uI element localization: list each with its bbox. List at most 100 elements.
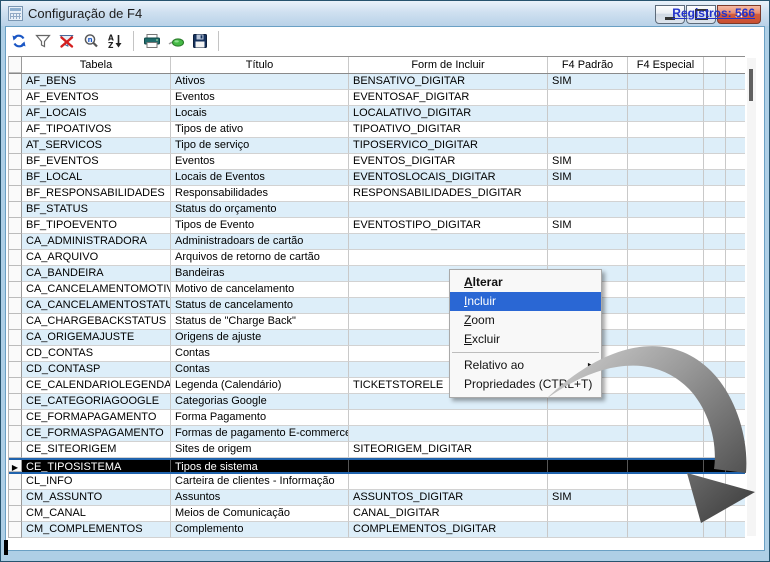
table-row[interactable]: CD_CONTASPContas (9, 362, 745, 378)
column-header-especial[interactable]: F4 Especial (628, 57, 704, 73)
cell-titulo[interactable]: Complemento (171, 522, 349, 538)
cell-padrao[interactable] (548, 410, 628, 426)
row-selector[interactable] (9, 426, 22, 442)
cell-especial[interactable] (628, 170, 704, 186)
cell-filler[interactable] (726, 138, 745, 154)
cell-filler[interactable] (726, 378, 745, 394)
row-selector[interactable] (9, 410, 22, 426)
cell-extra[interactable] (704, 298, 726, 314)
cell-especial[interactable] (628, 250, 704, 266)
row-selector[interactable] (9, 122, 22, 138)
cell-tabela[interactable]: CA_CANCELAMENTOSTATUS (22, 298, 171, 314)
vertical-scrollbar[interactable] (747, 58, 756, 536)
cell-padrao[interactable]: SIM (548, 154, 628, 170)
cell-titulo[interactable]: Contas (171, 362, 349, 378)
table-row[interactable]: CE_CATEGORIAGOOGLECategorias Google (9, 394, 745, 410)
cell-extra[interactable] (704, 442, 726, 458)
cell-tabela[interactable]: BF_TIPOEVENTO (22, 218, 171, 234)
cell-tabela[interactable]: CA_ADMINISTRADORA (22, 234, 171, 250)
cell-extra[interactable] (704, 250, 726, 266)
cell-tabela[interactable]: CE_CALENDARIOLEGENDA (22, 378, 171, 394)
cell-tabela[interactable]: CA_CHARGEBACKSTATUS (22, 314, 171, 330)
cell-tabela[interactable]: BF_LOCAL (22, 170, 171, 186)
filter-icon[interactable] (34, 32, 52, 50)
cell-titulo[interactable]: Eventos (171, 154, 349, 170)
cell-filler[interactable] (726, 460, 745, 472)
row-selector[interactable] (9, 330, 22, 346)
cell-tabela[interactable]: CD_CONTASP (22, 362, 171, 378)
cell-tabela[interactable]: CA_CANCELAMENTOMOTIVO (22, 282, 171, 298)
cell-padrao[interactable]: SIM (548, 170, 628, 186)
cell-tabela[interactable]: CM_CANAL (22, 506, 171, 522)
cell-padrao[interactable] (548, 202, 628, 218)
cell-titulo[interactable]: Ativos (171, 74, 349, 90)
cell-filler[interactable] (726, 346, 745, 362)
row-selector[interactable] (9, 90, 22, 106)
column-header-form[interactable]: Form de Incluir (349, 57, 548, 73)
table-row[interactable]: BF_LOCALLocais de EventosEVENTOSLOCAIS_D… (9, 170, 745, 186)
cell-especial[interactable] (628, 330, 704, 346)
cell-titulo[interactable]: Motivo de cancelamento (171, 282, 349, 298)
cell-padrao[interactable] (548, 106, 628, 122)
menu-item-propriedades-ctrl-t-[interactable]: Propriedades (CTRL+T) (450, 375, 601, 394)
table-row[interactable]: AF_LOCAISLocaisLOCALATIVO_DIGITAR (9, 106, 745, 122)
cell-especial[interactable] (628, 394, 704, 410)
row-selector[interactable] (9, 170, 22, 186)
table-row[interactable]: CE_FORMAPAGAMENTOForma Pagamento (9, 410, 745, 426)
cell-extra[interactable] (704, 426, 726, 442)
cell-filler[interactable] (726, 490, 745, 506)
cell-filler[interactable] (726, 298, 745, 314)
row-selector[interactable] (9, 522, 22, 538)
row-selector[interactable] (9, 154, 22, 170)
cell-padrao[interactable] (548, 474, 628, 490)
menu-item-excluir[interactable]: Excluir (450, 330, 601, 349)
cell-titulo[interactable]: Bandeiras (171, 266, 349, 282)
cell-extra[interactable] (704, 394, 726, 410)
cell-especial[interactable] (628, 74, 704, 90)
cell-filler[interactable] (726, 250, 745, 266)
row-selector[interactable] (9, 74, 22, 90)
cell-titulo[interactable]: Origens de ajuste (171, 330, 349, 346)
cell-tabela[interactable]: CA_ORIGEMAJUSTE (22, 330, 171, 346)
cell-form[interactable] (349, 202, 548, 218)
save-icon[interactable] (191, 32, 209, 50)
cell-filler[interactable] (726, 474, 745, 490)
cell-tabela[interactable]: CL_INFO (22, 474, 171, 490)
row-selector[interactable] (9, 442, 22, 458)
cell-padrao[interactable] (548, 138, 628, 154)
cell-tabela[interactable]: CD_CONTAS (22, 346, 171, 362)
cell-titulo[interactable]: Formas de pagamento E-commerce (171, 426, 349, 442)
cell-padrao[interactable] (548, 186, 628, 202)
table-row[interactable]: ▶CE_TIPOSISTEMATipos de sistema (9, 458, 745, 474)
cell-extra[interactable] (704, 362, 726, 378)
table-row[interactable]: CA_ARQUIVOArquivos de retorno de cartão (9, 250, 745, 266)
cell-especial[interactable] (628, 378, 704, 394)
cell-padrao[interactable]: SIM (548, 74, 628, 90)
row-selector[interactable] (9, 186, 22, 202)
cell-tabela[interactable]: CE_SITEORIGEM (22, 442, 171, 458)
cell-titulo[interactable]: Responsabilidades (171, 186, 349, 202)
table-row[interactable]: CE_CALENDARIOLEGENDALegenda (Calendário)… (9, 378, 745, 394)
menu-item-incluir[interactable]: Incluir (450, 292, 601, 311)
table-row[interactable]: AF_EVENTOSEventosEVENTOSAF_DIGITAR (9, 90, 745, 106)
cell-filler[interactable] (726, 410, 745, 426)
table-row[interactable]: CA_CHARGEBACKSTATUSStatus de "Charge Bac… (9, 314, 745, 330)
menu-item-alterar[interactable]: Alterar (450, 273, 601, 292)
row-selector[interactable] (9, 266, 22, 282)
cell-form[interactable]: EVENTOSAF_DIGITAR (349, 90, 548, 106)
cell-titulo[interactable]: Sites de origem (171, 442, 349, 458)
cell-tabela[interactable]: CE_FORMAPAGAMENTO (22, 410, 171, 426)
cell-form[interactable]: BENSATIVO_DIGITAR (349, 74, 548, 90)
cell-titulo[interactable]: Assuntos (171, 490, 349, 506)
cell-titulo[interactable]: Tipos de ativo (171, 122, 349, 138)
row-selector[interactable] (9, 378, 22, 394)
cell-tabela[interactable]: CA_ARQUIVO (22, 250, 171, 266)
row-selector[interactable]: ▶ (9, 460, 22, 472)
cell-especial[interactable] (628, 202, 704, 218)
search-icon[interactable]: n (82, 32, 100, 50)
cell-titulo[interactable]: Locais (171, 106, 349, 122)
cell-especial[interactable] (628, 474, 704, 490)
table-row[interactable]: CA_ORIGEMAJUSTEOrigens de ajuste (9, 330, 745, 346)
cell-extra[interactable] (704, 282, 726, 298)
cell-extra[interactable] (704, 202, 726, 218)
